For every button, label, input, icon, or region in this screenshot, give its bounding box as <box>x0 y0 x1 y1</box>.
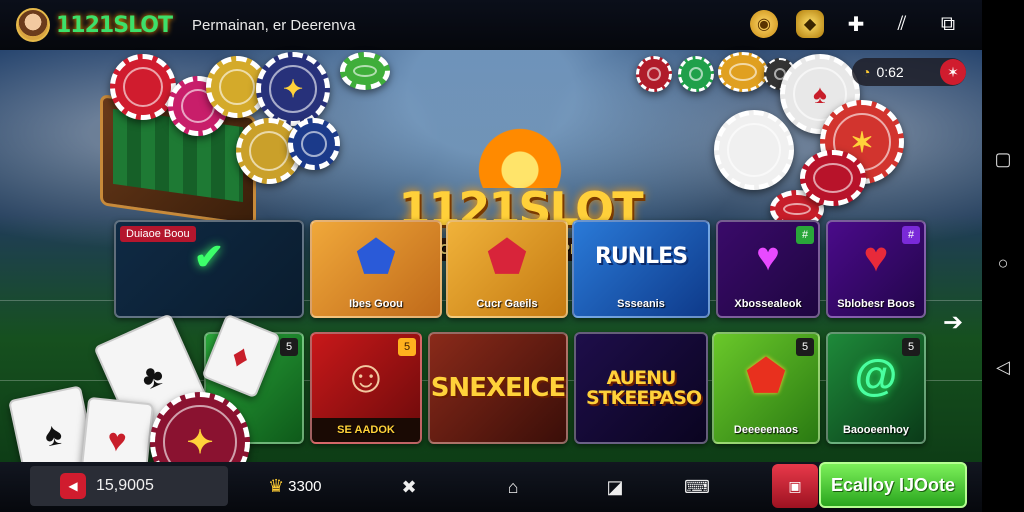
gift-icon: ▣ <box>788 477 802 494</box>
gold-coin-icon[interactable] <box>718 52 768 92</box>
shield-icon[interactable]: ◆ <box>796 10 824 38</box>
recents-icon[interactable]: ▢ <box>992 148 1014 170</box>
tile-title: RUNLES <box>594 244 688 269</box>
game-tile[interactable]: ⬟ Cucr Gaeils <box>446 220 568 318</box>
poker-chip-icon <box>288 118 340 170</box>
purple-heart-icon: ♥ <box>756 234 780 279</box>
bottom-bar: ◀ 15,9005 ♛ 3300 ✖ ⌂ ◪ ⌨ ▣ Ecalloy IJOot… <box>0 462 982 512</box>
home-icon[interactable]: ⌂ <box>500 474 526 500</box>
timer-text: 0:62 <box>876 64 904 80</box>
game-tile[interactable]: # ♥ Sblobesr Boos <box>826 220 926 318</box>
tile-title: AUENU STKEEPASO <box>586 367 702 409</box>
tile-label: Deeeeenaos <box>733 424 799 436</box>
dpad-icon[interactable]: ✚ <box>842 10 870 38</box>
cta-button[interactable]: Ecalloy IJOote <box>819 462 967 508</box>
hero-portrait-icon: ☺ <box>342 350 390 402</box>
home-circle-icon[interactable]: ○ <box>992 252 1014 274</box>
game-lobby: ✦ ♠ ✶ ◔ 0:62 ✶ 1121SLOT SPORTSBOOK TERPE… <box>0 50 982 492</box>
coin-balance[interactable]: ♛ 3300 <box>268 476 322 497</box>
system-nav-bar: ▢ ○ ◁ <box>982 0 1024 512</box>
tile-label: SE AADOK <box>312 418 420 442</box>
game-tile[interactable]: # ♥ Xbossealeok <box>716 220 820 318</box>
tile-label: Ibes Goou <box>349 298 403 310</box>
runes-badge-icon: RUNLES <box>574 222 708 292</box>
green-swirl-icon: @ <box>854 351 898 400</box>
balance-display[interactable]: ◀ 15,9005 <box>30 466 228 506</box>
tools-icon[interactable]: ✖ <box>396 474 422 500</box>
tile-title: SNEXEICE <box>430 373 566 403</box>
keyboard-icon[interactable]: ⌨ <box>680 474 714 500</box>
game-tile[interactable]: 5 ⬟ Deeeeenaos <box>712 332 820 444</box>
fighter-icon: SNEXEICE <box>430 334 566 442</box>
crown-coin-icon: ♛ <box>268 476 285 496</box>
game-tile[interactable]: AUENU STKEEPASO <box>574 332 708 444</box>
green-coin-icon[interactable] <box>678 56 714 92</box>
blue-shield-icon: ⬟ <box>356 232 396 282</box>
signal-icon[interactable]: ⫽ <box>888 10 916 38</box>
poker-chip-icon <box>110 54 176 120</box>
gift-button[interactable]: ▣ <box>772 464 818 508</box>
close-badge-icon[interactable]: ✶ <box>940 59 966 85</box>
share-icon[interactable]: ⧉ <box>934 10 962 38</box>
top-bar: 1121SLOT Permainan, er Deerenva ◉ ◆ ✚ ⫽ … <box>0 0 982 50</box>
green-check-icon: ✔ <box>193 236 225 277</box>
red-shield-icon: ⬟ <box>487 232 527 282</box>
game-tile[interactable]: Duiaoe Boou ✔ <box>114 220 304 318</box>
crown-icon <box>440 128 600 188</box>
tile-corner-badge: 5 <box>280 338 298 356</box>
avatar[interactable] <box>16 8 50 42</box>
game-tile[interactable]: SNEXEICE <box>428 332 568 444</box>
tile-label: Sblobesr Boos <box>837 298 915 310</box>
tile-label: Baooeenhoy <box>842 424 909 436</box>
tile-label: Ssseanis <box>617 298 665 310</box>
poker-chip-icon <box>800 150 866 206</box>
brand-logo: 1121SLOT <box>56 12 173 38</box>
shield-badge-icon: ⬟ <box>746 351 786 401</box>
top-icons: ◉ ◆ ✚ ⫽ ⧉ <box>750 10 962 38</box>
tile-label: Cucr Gaeils <box>476 298 538 310</box>
tagline: Permainan, er Deerenva <box>192 16 356 34</box>
coin-icon[interactable]: ◉ <box>750 10 778 38</box>
poker-chip-icon <box>340 52 390 90</box>
tile-label: Xbossealeok <box>734 298 802 310</box>
game-tile[interactable]: 5 ☺ SE AADOK <box>310 332 422 444</box>
wallet-icon: ◀ <box>60 473 86 499</box>
back-icon[interactable]: ◁ <box>992 356 1014 378</box>
next-arrow-icon[interactable]: ➔ <box>943 308 963 337</box>
poker-chip-icon: ✦ <box>256 52 330 126</box>
timer-badge: ◔ 0:62 ✶ <box>852 58 966 86</box>
brand-text: 1121SLOT <box>56 12 173 38</box>
red-heart-icon: ♥ <box>863 233 889 280</box>
game-tile[interactable]: ⬟ Ibes Goou <box>310 220 442 318</box>
game-tile[interactable]: 5 @ Baooeenhoy <box>826 332 926 444</box>
poker-chip-icon <box>714 110 794 190</box>
game-tile[interactable]: RUNLES Ssseanis <box>572 220 710 318</box>
fist-icon: AUENU STKEEPASO <box>576 334 706 442</box>
balance-text: 15,9005 <box>96 477 154 494</box>
clock-icon: ◔ <box>862 64 871 80</box>
coin-text: 3300 <box>288 478 322 495</box>
red-coin-icon[interactable] <box>636 56 672 92</box>
app-screen: 1121SLOT Permainan, er Deerenva ◉ ◆ ✚ ⫽ … <box>0 0 1024 512</box>
window-icon[interactable]: ◪ <box>602 474 628 500</box>
